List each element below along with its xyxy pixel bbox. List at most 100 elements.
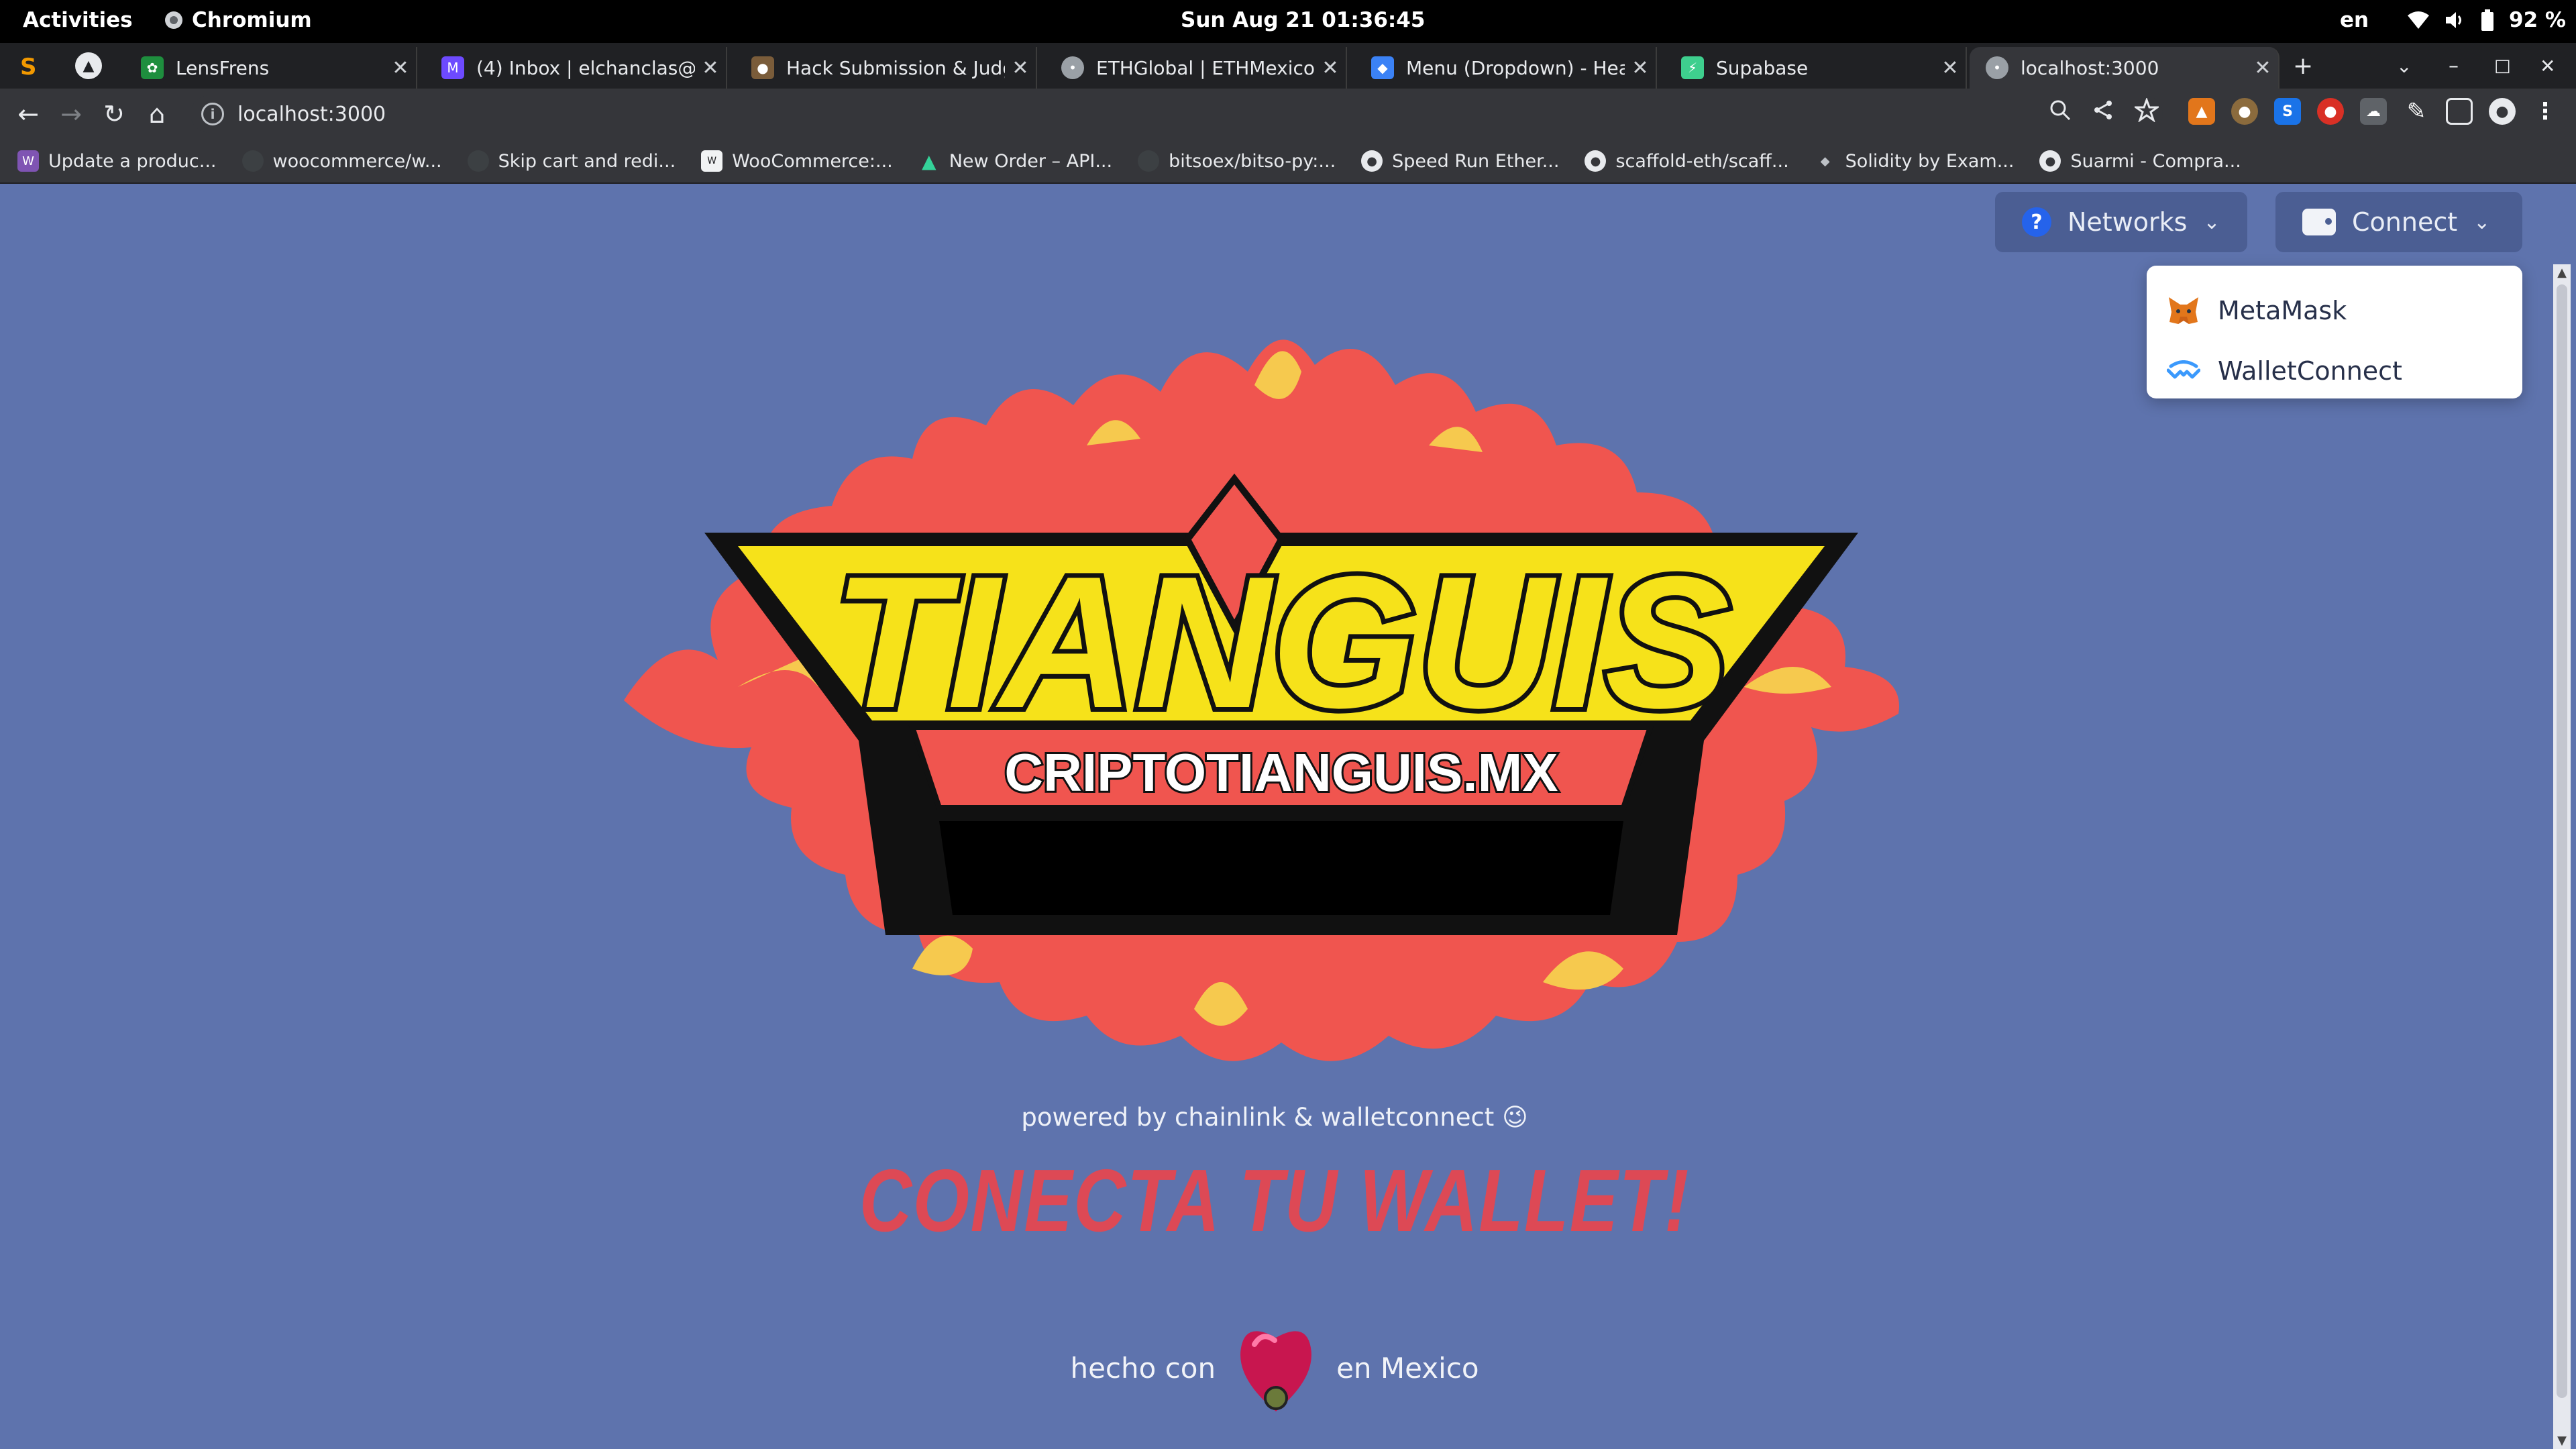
github-icon	[241, 150, 264, 172]
kebab-menu-icon[interactable]: ⋮	[2532, 98, 2559, 125]
new-tab-button[interactable]: +	[2293, 43, 2313, 89]
extension-badge-icon[interactable]: ☁	[2360, 98, 2387, 125]
close-tab-icon[interactable]: ✕	[1935, 56, 1966, 80]
bookmark-label: Speed Run Ether...	[1392, 150, 1560, 172]
bookmark-item[interactable]: bitsoex/bitso-py:...	[1138, 150, 1336, 172]
bookmarks-bar: W Update a produc... woocommerce/w... Ski…	[0, 140, 2576, 184]
globe-icon: ●	[1585, 150, 1607, 172]
minimize-button[interactable]: –	[2449, 43, 2459, 89]
site-info-icon[interactable]: i	[201, 103, 224, 125]
forward-arrow-icon[interactable]: →	[55, 98, 87, 130]
tab-hack-submission[interactable]: ● Hack Submission & Judging ✕	[735, 47, 1037, 89]
app-menu[interactable]: Chromium	[164, 8, 312, 32]
extension-s-icon[interactable]: S	[2274, 98, 2301, 125]
networks-label: Networks	[2068, 207, 2188, 237]
bookmark-item[interactable]: W Update a produc...	[17, 150, 217, 172]
menu-item-label: WalletConnect	[2218, 356, 2402, 386]
bookmark-label: WooCommerce:...	[732, 150, 893, 172]
bookmark-star-icon[interactable]	[2135, 98, 2159, 122]
bookmark-item[interactable]: ● Suarmi - Compra...	[2039, 150, 2241, 172]
close-tab-icon[interactable]: ✕	[695, 56, 726, 80]
question-icon: ?	[2022, 207, 2051, 237]
bookmark-item[interactable]: woocommerce/w...	[241, 150, 442, 172]
bookmark-label: Skip cart and redi...	[498, 150, 676, 172]
connect-button[interactable]: Connect ⌄	[2275, 192, 2522, 252]
activities-button[interactable]: Activities	[23, 8, 133, 32]
scroll-up-arrow-icon[interactable]: ▲	[2553, 266, 2571, 280]
page-scrollbar[interactable]: ▲ ▼	[2553, 264, 2571, 1449]
pinned-tab-icon[interactable]: ▲	[75, 52, 102, 79]
bookmark-label: scaffold-eth/scaff...	[1615, 150, 1789, 172]
system-top-bar: Activities Chromium Sun Aug 21 01:36:45 …	[0, 0, 2576, 43]
globe-icon: •	[1061, 56, 1084, 79]
tab-strip: S ▲ ✿ LensFrens ✕ M (4) Inbox | elchancl…	[0, 43, 2576, 89]
tab-title: Supabase	[1716, 56, 1809, 79]
profile-avatar-icon[interactable]: ●	[2489, 98, 2516, 125]
tab-title: (4) Inbox | elchanclas@pro	[476, 56, 695, 79]
bookmark-item[interactable]: Skip cart and redi...	[467, 150, 676, 172]
home-icon[interactable]: ⌂	[141, 98, 173, 130]
tab-inbox[interactable]: M (4) Inbox | elchanclas@pro ✕	[425, 47, 727, 89]
leaf-icon: ✿	[141, 56, 164, 79]
close-tab-icon[interactable]: ✕	[1005, 56, 1036, 80]
page-content: ? Networks ⌄ Connect ⌄ MetaMask WalletCo…	[0, 184, 2576, 1449]
networks-button[interactable]: ? Networks ⌄	[1995, 192, 2247, 252]
globe-icon: •	[1986, 56, 2008, 79]
pinned-tab-icon[interactable]: S	[20, 54, 47, 80]
bookmark-item[interactable]: ● Speed Run Ether...	[1361, 150, 1559, 172]
puzzle-extensions-icon[interactable]: ✎	[2403, 98, 2430, 125]
woocommerce-icon: W	[17, 150, 39, 172]
extension-red-icon[interactable]: ●	[2317, 98, 2344, 125]
bookmark-item[interactable]: ▲ New Order – API...	[918, 150, 1112, 172]
wifi-icon	[2408, 11, 2429, 29]
connect-wallet-heading: CONECTA TU WALLET!	[859, 1151, 1690, 1250]
tab-lensfrens[interactable]: ✿ LensFrens ✕	[125, 47, 417, 89]
language-indicator[interactable]: en	[2340, 8, 2369, 32]
tianguis-logo: TIANGUIS CRIPTOTIANGUIS.MX	[624, 339, 1899, 1061]
footer-right-text: en Mexico	[1336, 1351, 1479, 1385]
bookmark-label: Update a produc...	[48, 150, 217, 172]
tab-title: localhost:3000	[2021, 56, 2159, 79]
metamask-extension-icon[interactable]: ▲	[2188, 98, 2215, 125]
reload-icon[interactable]: ↻	[98, 98, 130, 130]
menu-item-walletconnect[interactable]: WalletConnect	[2147, 341, 2522, 401]
url-text: localhost:3000	[237, 102, 386, 126]
zoom-icon[interactable]	[2049, 99, 2072, 121]
scrollbar-thumb[interactable]	[2557, 284, 2567, 1398]
logo-subtitle: CRIPTOTIANGUIS.MX	[1004, 743, 1558, 802]
github-icon	[467, 150, 489, 172]
tab-title: Menu (Dropdown) - Headle	[1406, 56, 1625, 79]
close-tab-icon[interactable]: ✕	[1625, 56, 1656, 80]
clock[interactable]: Sun Aug 21 01:36:45	[1181, 8, 1425, 32]
maximize-button[interactable]: □	[2494, 43, 2511, 89]
extensions-area: ▲ ● S ● ☁ ✎ ● ⋮	[2188, 98, 2559, 125]
close-tab-icon[interactable]: ✕	[2247, 56, 2278, 80]
close-window-button[interactable]: ✕	[2540, 43, 2555, 89]
bookmark-label: Solidity by Exam...	[1845, 150, 2015, 172]
bookmark-item[interactable]: W WooCommerce:...	[701, 150, 893, 172]
tab-ethglobal[interactable]: • ETHGlobal | ETHMexico ✕	[1045, 47, 1347, 89]
close-tab-icon[interactable]: ✕	[1315, 56, 1346, 80]
scroll-down-arrow-icon[interactable]: ▼	[2553, 1434, 2571, 1448]
back-arrow-icon[interactable]: ←	[12, 98, 44, 130]
bookmark-item[interactable]: ◆ Solidity by Exam...	[1815, 150, 2015, 172]
bookmark-label: New Order – API...	[949, 150, 1113, 172]
tab-supabase[interactable]: ⚡ Supabase ✕	[1665, 47, 1967, 89]
address-bar[interactable]: i localhost:3000	[191, 95, 2163, 133]
system-menu[interactable]: 92 %	[2407, 8, 2566, 32]
extension-icon[interactable]: ●	[2231, 98, 2258, 125]
tab-localhost[interactable]: • localhost:3000 ✕	[1970, 47, 2279, 89]
tab-search-chevron-icon[interactable]: ⌄	[2396, 43, 2412, 89]
side-panel-icon[interactable]	[2446, 98, 2473, 125]
bookmark-item[interactable]: ● scaffold-eth/scaff...	[1585, 150, 1789, 172]
browser-toolbar: ← → ↻ ⌂ i localhost:3000 ▲ ● S ● ☁ ✎ ● ⋮	[0, 89, 2576, 140]
tab-headless-menu[interactable]: ◆ Menu (Dropdown) - Headle ✕	[1355, 47, 1657, 89]
tab-title: Hack Submission & Judging	[786, 56, 1005, 79]
close-tab-icon[interactable]: ✕	[385, 56, 416, 80]
share-icon[interactable]	[2092, 99, 2114, 121]
woo-icon: W	[701, 150, 723, 172]
globe-icon: ●	[1361, 150, 1383, 172]
menu-item-metamask[interactable]: MetaMask	[2147, 280, 2522, 341]
volume-icon	[2446, 12, 2461, 28]
footer-made-in: hecho con en Mexico	[0, 1318, 2549, 1418]
